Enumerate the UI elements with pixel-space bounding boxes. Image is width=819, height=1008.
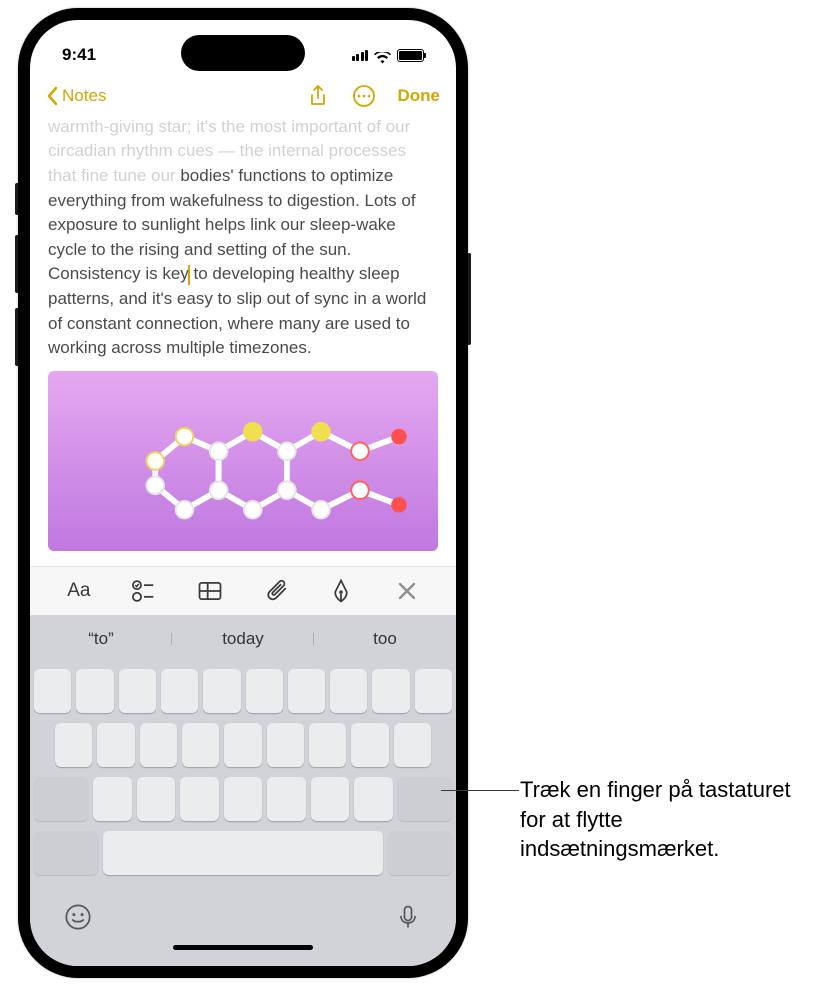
note-content-area[interactable]: sunlight has grown. The sun is more than… [30, 118, 456, 566]
key-blank[interactable] [55, 723, 92, 767]
key-blank[interactable] [182, 723, 219, 767]
volume-down-button [15, 308, 18, 366]
note-text[interactable]: sunlight has grown. The sun is more than… [48, 118, 438, 361]
key-123[interactable] [34, 831, 98, 875]
key-blank[interactable] [76, 669, 113, 713]
paperclip-icon [262, 577, 290, 605]
key-blank[interactable] [137, 777, 176, 821]
ellipsis-circle-icon [352, 84, 376, 108]
key-return[interactable] [388, 831, 452, 875]
key-shift[interactable] [34, 777, 88, 821]
key-blank[interactable] [180, 777, 219, 821]
battery-icon [397, 49, 424, 62]
key-blank[interactable] [224, 723, 261, 767]
dictation-button[interactable] [394, 903, 422, 931]
key-blank[interactable] [224, 777, 263, 821]
key-blank[interactable] [288, 669, 325, 713]
wifi-icon [374, 49, 391, 61]
back-button[interactable]: Notes [46, 86, 106, 106]
navigation-bar: Notes Done [30, 74, 456, 118]
phone-frame: 9:41 Notes [18, 8, 468, 978]
silence-switch [15, 183, 18, 215]
text-format-button[interactable]: Aa [65, 577, 93, 605]
key-blank[interactable] [351, 723, 388, 767]
screen: 9:41 Notes [30, 20, 456, 966]
suggestion-2[interactable]: today [172, 629, 314, 649]
share-icon [306, 84, 330, 108]
callout-leader-line [441, 790, 519, 791]
done-button[interactable]: Done [398, 86, 441, 106]
table-button[interactable] [196, 577, 224, 605]
pen-tip-icon [327, 577, 355, 605]
close-toolbar-button[interactable] [393, 577, 421, 605]
checklist-button[interactable] [130, 577, 158, 605]
volume-up-button [15, 235, 18, 293]
key-blank[interactable] [415, 669, 452, 713]
status-right [352, 49, 425, 62]
table-icon [196, 577, 224, 605]
suggestion-1[interactable]: “to” [30, 629, 172, 649]
power-button [468, 253, 471, 345]
cellular-signal-icon [352, 49, 369, 61]
more-button[interactable] [352, 84, 376, 108]
dynamic-island [181, 35, 305, 71]
key-blank[interactable] [267, 723, 304, 767]
key-blank[interactable] [309, 723, 346, 767]
key-blank[interactable] [140, 723, 177, 767]
keyboard-trackpad-mode[interactable] [30, 663, 456, 966]
format-toolbar: Aa [30, 566, 456, 615]
key-blank[interactable] [93, 777, 132, 821]
key-blank[interactable] [203, 669, 240, 713]
key-blank[interactable] [161, 669, 198, 713]
chevron-left-icon [46, 86, 58, 106]
emoji-icon [64, 903, 92, 931]
close-icon [393, 577, 421, 605]
suggestion-3[interactable]: too [314, 629, 456, 649]
key-blank[interactable] [330, 669, 367, 713]
callout-text: Træk en finger på tastaturet for at flyt… [520, 775, 800, 864]
checklist-icon [130, 577, 158, 605]
text-cursor [188, 265, 190, 285]
key-blank[interactable] [354, 777, 393, 821]
key-blank[interactable] [267, 777, 306, 821]
key-blank[interactable] [394, 723, 431, 767]
key-blank[interactable] [34, 669, 71, 713]
key-blank[interactable] [246, 669, 283, 713]
suggestion-bar: “to” today too [30, 615, 456, 663]
key-blank[interactable] [311, 777, 350, 821]
key-blank[interactable] [97, 723, 134, 767]
key-space[interactable] [103, 831, 384, 875]
key-blank[interactable] [119, 669, 156, 713]
molecule-illustration [48, 371, 438, 551]
status-time: 9:41 [62, 45, 96, 65]
share-button[interactable] [306, 84, 330, 108]
attachment-button[interactable] [262, 577, 290, 605]
key-backspace[interactable] [398, 777, 452, 821]
note-embedded-image[interactable] [48, 371, 438, 551]
emoji-button[interactable] [64, 903, 92, 931]
markup-button[interactable] [327, 577, 355, 605]
home-indicator[interactable] [173, 945, 313, 950]
key-blank[interactable] [372, 669, 409, 713]
microphone-icon [394, 903, 422, 931]
back-label: Notes [62, 86, 106, 106]
